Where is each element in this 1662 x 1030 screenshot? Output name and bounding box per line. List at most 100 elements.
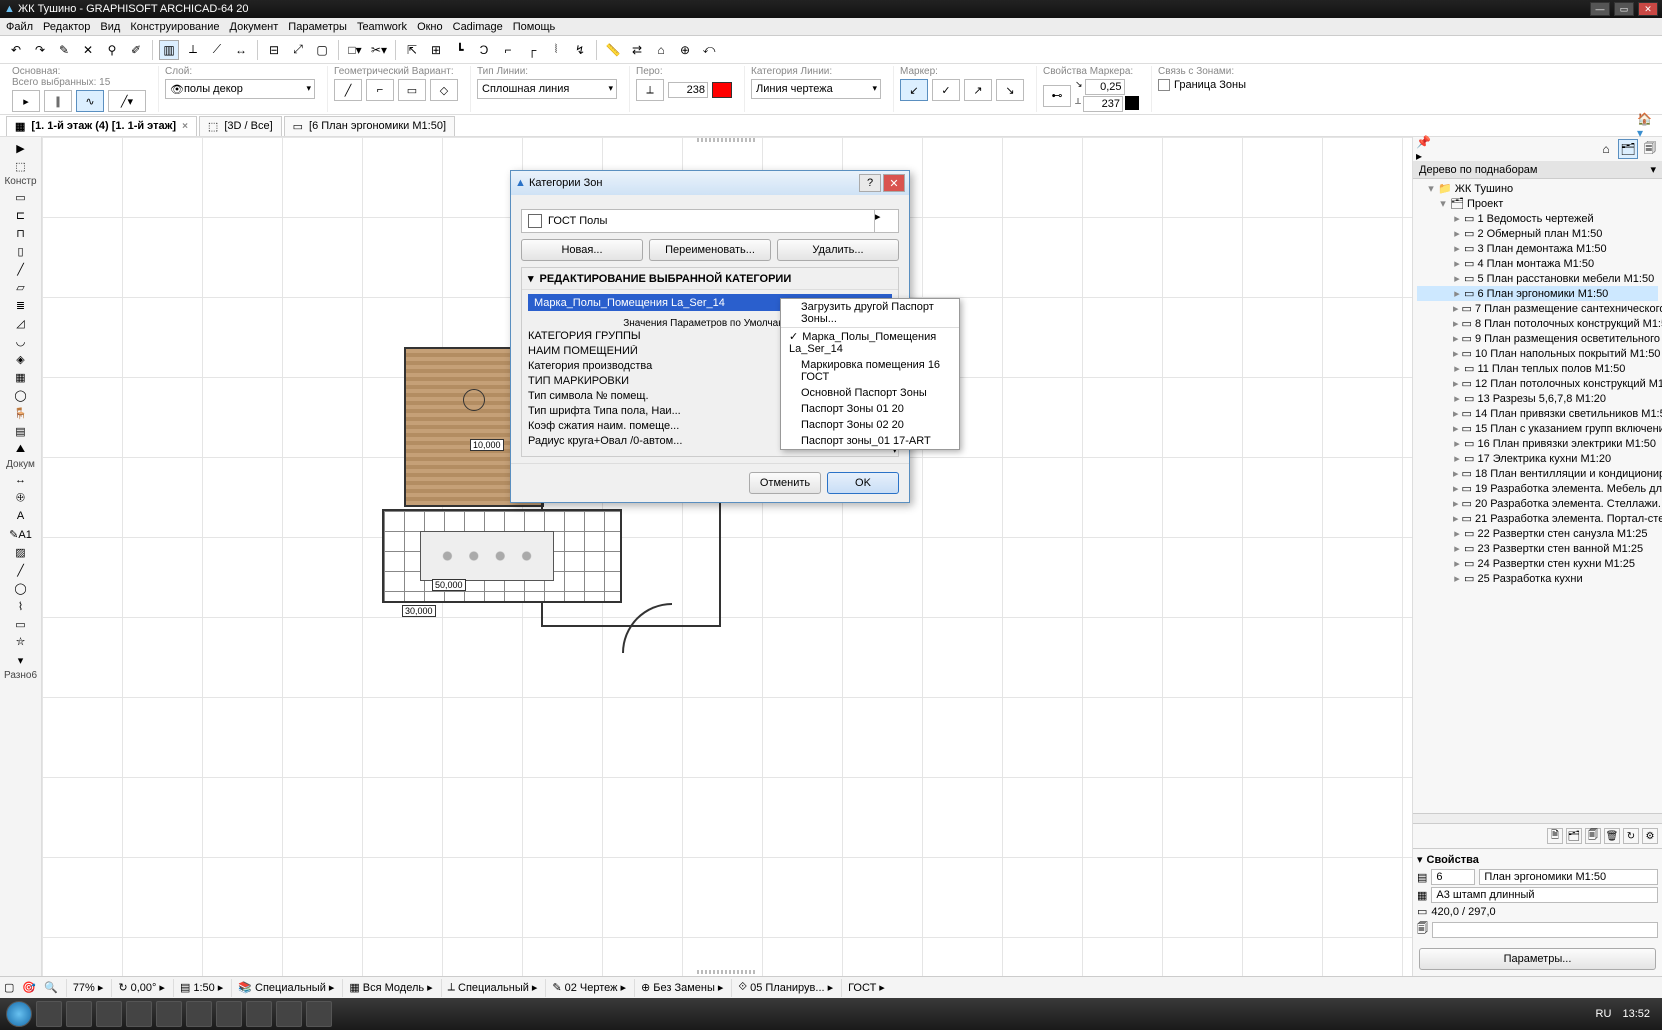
tree-item[interactable]: ▸▭ 11 План теплых полов М1:50: [1417, 361, 1658, 376]
tree-item[interactable]: ▸▭ 9 План размещения осветительного обор…: [1417, 331, 1658, 346]
shape-icon[interactable]: □▾: [345, 40, 365, 60]
pen-color[interactable]: [712, 82, 732, 98]
tool-icon[interactable]: ┗: [450, 40, 470, 60]
taskbar-app[interactable]: [156, 1001, 182, 1027]
tree-item[interactable]: ▸▭ 24 Развертки стен кухни М1:25: [1417, 556, 1658, 571]
sb-icon[interactable]: 🎯: [22, 981, 36, 994]
link-icon[interactable]: ⇄: [627, 40, 647, 60]
taskbar-app[interactable]: [216, 1001, 242, 1027]
snap-btn[interactable]: ▥: [159, 40, 179, 60]
section-tool-icon[interactable]: ⛥: [10, 633, 32, 651]
icon-btn[interactable]: ↻: [1623, 828, 1639, 844]
tree-root[interactable]: ▾📁 ЖК Тушино: [1417, 181, 1658, 196]
tree-item[interactable]: ▸▭ 15 План с указанием групп включения с…: [1417, 421, 1658, 436]
text-tool[interactable]: A: [10, 507, 32, 525]
marker-btn[interactable]: ↘: [996, 79, 1024, 101]
anchor-btn[interactable]: ⊷: [1043, 85, 1071, 107]
new-btn[interactable]: Новая...: [521, 239, 643, 261]
tree-item[interactable]: ▸▭ 18 План вентилляции и кондиционирован: [1417, 466, 1658, 481]
prop-id[interactable]: 6: [1431, 869, 1475, 885]
marker-v1[interactable]: 0,25: [1085, 79, 1125, 95]
taskbar-app[interactable]: [276, 1001, 302, 1027]
menu-window[interactable]: Окно: [417, 21, 443, 33]
tool-icon[interactable]: ⇱: [402, 40, 422, 60]
marker-btn[interactable]: ✓: [932, 79, 960, 101]
menu-options[interactable]: Параметры: [288, 21, 347, 33]
tool-icon[interactable]: ⤺: [699, 40, 719, 60]
tab-close-icon[interactable]: ×: [182, 121, 188, 132]
sb-ratio[interactable]: 1:50: [193, 982, 214, 994]
sb-gost[interactable]: ГОСТ: [848, 982, 876, 994]
rename-btn[interactable]: Переименовать...: [649, 239, 771, 261]
tool-icon[interactable]: Ͻ: [474, 40, 494, 60]
curve-btn[interactable]: ∿: [76, 90, 104, 112]
tree-item[interactable]: ▸▭ 19 Разработка элемента. Мебель для TV…: [1417, 481, 1658, 496]
snap-btn[interactable]: ⟂: [183, 40, 203, 60]
nav-mode-btn[interactable]: 🗂: [1618, 139, 1638, 159]
pen-number[interactable]: 238: [668, 82, 708, 98]
icon-btn[interactable]: 🗐: [1585, 828, 1601, 844]
tree-item[interactable]: ▸▭ 10 План напольных покрытий М1:50: [1417, 346, 1658, 361]
undo-btn[interactable]: ↶: [6, 40, 26, 60]
menu-edit[interactable]: Редактор: [43, 21, 90, 33]
tab-layout[interactable]: ▭ [6 План эргономики М1:50]: [284, 116, 455, 136]
sb-draw[interactable]: 02 Чертеж: [565, 982, 618, 994]
taskbar-app[interactable]: [126, 1001, 152, 1027]
snap-btn[interactable]: ⟋: [207, 40, 227, 60]
tree-project[interactable]: ▾🗂 Проект: [1417, 196, 1658, 211]
label-tool[interactable]: ✎A1: [10, 525, 32, 543]
menu-teamwork[interactable]: Teamwork: [357, 21, 407, 33]
menu-help[interactable]: Помощь: [513, 21, 556, 33]
tree-item[interactable]: ▸▭ 13 Разрезы 5,6,7,8 М1:20: [1417, 391, 1658, 406]
marker-btn[interactable]: ↗: [964, 79, 992, 101]
taskbar-app[interactable]: [96, 1001, 122, 1027]
dialog-help-btn[interactable]: ?: [859, 174, 881, 192]
tool-icon[interactable]: ✐: [126, 40, 146, 60]
tool-icon[interactable]: ⌐: [498, 40, 518, 60]
sb-zoom[interactable]: 77%: [73, 982, 95, 994]
tree-item[interactable]: ▸▭ 5 План расстановки мебели М1:50: [1417, 271, 1658, 286]
tool-icon[interactable]: ⊞: [426, 40, 446, 60]
taskbar-app[interactable]: [246, 1001, 272, 1027]
window-tool[interactable]: ⊓: [10, 224, 32, 242]
popup-item[interactable]: Маркировка помещения 16 ГОСТ: [781, 357, 959, 385]
geom-btn[interactable]: ⌐: [366, 79, 394, 101]
marker-btn[interactable]: ↙: [900, 79, 928, 101]
tool-icon[interactable]: ┌: [522, 40, 542, 60]
redo-btn[interactable]: ↷: [30, 40, 50, 60]
nav-mode-btn[interactable]: ⌂: [1596, 139, 1616, 159]
menu-design[interactable]: Конструирование: [130, 21, 219, 33]
shell-tool[interactable]: ◡: [10, 332, 32, 350]
door-tool[interactable]: ⊏: [10, 206, 32, 224]
view-settings-dd[interactable]: 🏠▾: [1636, 116, 1656, 136]
popup-item[interactable]: Паспорт Зоны 02 20: [781, 417, 959, 433]
minimize-btn[interactable]: —: [1590, 2, 1610, 16]
delete-btn[interactable]: Удалить...: [777, 239, 899, 261]
tool-icon[interactable]: ⚲: [102, 40, 122, 60]
tree-item[interactable]: ▸▭ 4 План монтажа М1:50: [1417, 256, 1658, 271]
tree-item[interactable]: ▸▭ 21 Разработка элемента. Портал-стелла…: [1417, 511, 1658, 526]
nav-pin[interactable]: 📌▸: [1415, 139, 1435, 159]
layer-select[interactable]: 👁 полы декор: [165, 79, 315, 99]
menu-file[interactable]: Файл: [6, 21, 33, 33]
sb-rep[interactable]: Без Замены: [653, 982, 715, 994]
tree-item[interactable]: ▸▭ 2 Обмерный план М1:50: [1417, 226, 1658, 241]
tool-icon[interactable]: ✕: [78, 40, 98, 60]
icon-btn[interactable]: 🗑: [1604, 828, 1620, 844]
tree-item[interactable]: ▸▭ 25 Разработка кухни: [1417, 571, 1658, 586]
tool-icon[interactable]: ⦚: [546, 40, 566, 60]
snap-btn[interactable]: ↔: [231, 40, 251, 60]
sb-plan[interactable]: 05 Планирув...: [750, 982, 824, 994]
category-dd-btn[interactable]: ▸: [875, 209, 899, 233]
popup-load[interactable]: Загрузить другой Паспорт Зоны...: [781, 299, 959, 328]
nav-mode-btn[interactable]: 🗐: [1640, 139, 1660, 159]
prop-name[interactable]: План эргономики М1:50: [1479, 869, 1658, 885]
tree-item[interactable]: ▸▭ 20 Разработка элемента. Стеллажи.: [1417, 496, 1658, 511]
menu-cadimage[interactable]: Cadimage: [453, 21, 503, 33]
pline-tool[interactable]: ⌇: [10, 597, 32, 615]
tray-lang[interactable]: RU: [1596, 1008, 1612, 1020]
arc-tool[interactable]: ◯: [10, 579, 32, 597]
marquee-tool[interactable]: ⬚: [10, 157, 32, 175]
zone-checkbox[interactable]: [1158, 79, 1170, 91]
prop-master[interactable]: А3 штамп длинный: [1431, 887, 1658, 903]
